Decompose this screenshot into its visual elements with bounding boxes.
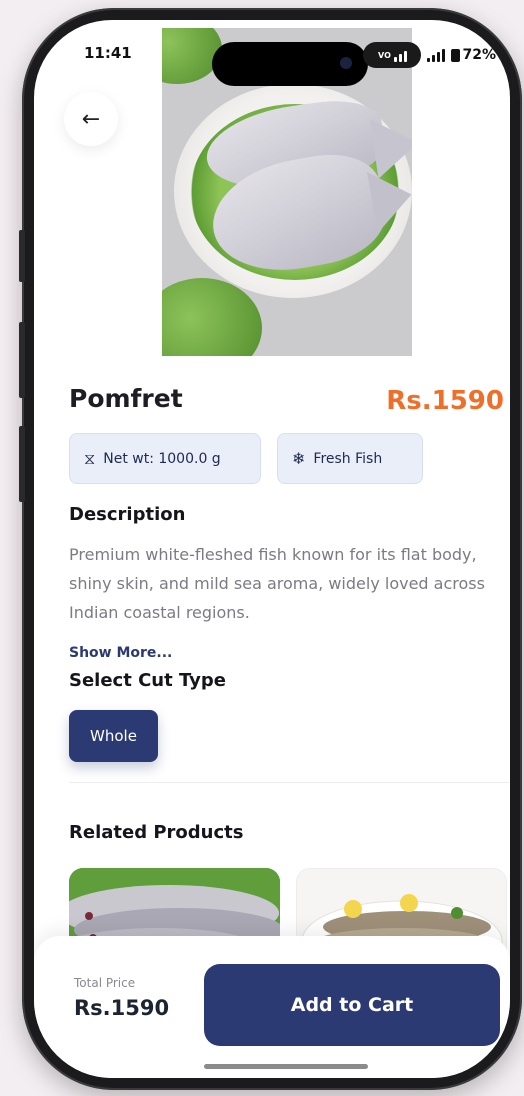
signal-icon	[427, 48, 446, 62]
back-button[interactable]: ←	[64, 92, 118, 146]
divider	[69, 782, 509, 783]
related-products-title: Related Products	[69, 822, 244, 843]
product-price: Rs.1590	[386, 386, 504, 416]
cut-type-title: Select Cut Type	[69, 670, 226, 691]
phone-volume-down	[19, 322, 25, 398]
status-bar: 11:41 VO 72%	[34, 20, 510, 86]
status-time: 11:41	[84, 44, 132, 62]
description-title: Description	[69, 504, 186, 525]
net-weight-chip: ⧖ Net wt: 1000.0 g	[69, 433, 261, 484]
add-to-cart-button[interactable]: Add to Cart	[204, 964, 500, 1046]
phone-volume-up	[19, 230, 25, 282]
dynamic-island	[212, 42, 368, 86]
description-text: Premium white-fleshed fish known for its…	[69, 545, 485, 622]
volte-badge: VO	[363, 42, 422, 68]
scale-icon: ⧖	[84, 448, 96, 468]
battery-icon	[451, 48, 461, 62]
fresh-fish-label: Fresh Fish	[313, 450, 383, 467]
show-more-link[interactable]: Show More...	[69, 645, 172, 661]
total-price-value: Rs.1590	[74, 996, 170, 1020]
status-icons: VO 72%	[363, 42, 496, 68]
home-indicator	[204, 1064, 368, 1069]
fresh-fish-chip: ❄ Fresh Fish	[277, 433, 423, 484]
arrow-left-icon: ←	[81, 106, 101, 132]
net-weight-label: Net wt: 1000.0 g	[103, 450, 221, 467]
battery-percent: 72%	[462, 47, 496, 63]
checkout-bar: Total Price Rs.1590 Add to Cart	[34, 936, 510, 1078]
product-name: Pomfret	[69, 384, 183, 413]
total-price-label: Total Price	[74, 976, 136, 990]
cut-option-whole[interactable]: Whole	[69, 710, 158, 762]
phone-side-button	[19, 426, 25, 502]
camera-icon	[340, 57, 352, 69]
app-screen: 11:41 VO 72% ← Pomfret Rs.1590 ⧖ Net wt:…	[34, 20, 510, 1078]
snowflake-icon: ❄	[292, 449, 306, 468]
